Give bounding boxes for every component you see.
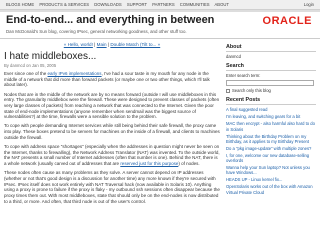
search-only-blog-checkbox[interactable] <box>226 88 230 93</box>
post-paragraph: To cope with address space "shortages" (… <box>4 144 220 167</box>
post-paragraph: Nodes that are in the middle of the netw… <box>4 91 220 120</box>
about-heading: About <box>226 44 242 50</box>
breadcrumb: « Hello, world! | Main | Double Match (T… <box>4 42 220 47</box>
paragraph-text: Ever since one of the <box>4 71 48 76</box>
search-label: Enter search term: <box>226 73 261 79</box>
sidebar-divider <box>226 104 316 106</box>
nav-products-services[interactable]: PRODUCTS & SERVICES <box>39 2 89 7</box>
recent-post-link[interactable]: I'm leaving, and switching gears for a b… <box>226 114 316 119</box>
recent-post-link[interactable]: Wanna help your Sun laptop? Not unless y… <box>226 165 316 176</box>
ipv6-implementations-link[interactable]: early IPv6 implementations <box>48 71 102 76</box>
recent-post-link[interactable]: A final suggested read <box>226 107 316 112</box>
sidebar-divider <box>226 70 316 72</box>
post-paragraph: Ever since one of the early IPv6 impleme… <box>4 71 220 88</box>
recent-post-link[interactable]: Thinking about the Birthday Problem on m… <box>226 134 316 145</box>
sidebar-divider <box>226 51 316 52</box>
about-text: danmcd <box>226 54 241 59</box>
search-option-label: Search only this blog <box>232 88 271 94</box>
paragraph-text: ) of nodes. <box>178 161 200 167</box>
post-paragraph: To cope with people demanding Internet s… <box>4 123 220 140</box>
post-title[interactable]: I hate middleboxes... <box>4 51 220 62</box>
blog-title[interactable]: End-to-end... and everything in between <box>6 14 214 26</box>
nav-support[interactable]: SUPPORT <box>127 2 147 7</box>
main-link[interactable]: Main <box>97 42 107 47</box>
prev-post-link[interactable]: « Hello, world! <box>64 42 93 47</box>
post-paragraph: These nodes often cause as many problems… <box>4 170 220 204</box>
recent-post-link[interactable]: HEADS UP - Linux kernel fix... <box>226 177 316 182</box>
nav-blogs-home[interactable]: BLOGS HOME <box>6 2 34 7</box>
post-byline: By danmcd on Jan 05, 2005 <box>4 63 57 68</box>
header-rule <box>0 10 320 12</box>
main-content: « Hello, world! | Main | Double Match (T… <box>4 40 220 240</box>
search-input[interactable] <box>226 80 314 87</box>
recent-posts-list: A final suggested read I'm leaving, and … <box>226 107 316 195</box>
recent-post-link[interactable]: Do a "pkg image-update" with multiple zo… <box>226 146 316 151</box>
next-post-link[interactable]: Double Match (Tilt to... » <box>110 42 160 47</box>
login-link[interactable]: Login <box>304 0 314 9</box>
reserved-addresses-link[interactable]: reserved just for this purpose <box>120 161 178 166</box>
recent-posts-heading: Recent Posts <box>226 97 261 104</box>
search-heading: Search <box>226 63 244 70</box>
search-option[interactable]: Search only this blog <box>226 88 316 93</box>
nav-about[interactable]: ABOUT <box>215 2 229 7</box>
recent-post-link[interactable]: I, for one, welcome our new database-sel… <box>226 153 316 164</box>
blog-subtitle: Dan McDonald's Sun blog, covering IPsec,… <box>6 29 187 34</box>
header-divider <box>0 38 320 39</box>
oracle-logo[interactable]: ORACLE <box>263 15 312 27</box>
nav-downloads[interactable]: DOWNLOADS <box>94 2 121 7</box>
nav-communities[interactable]: COMMUNITIES <box>180 2 210 7</box>
recent-post-link[interactable]: MAC then encrypt - also harmful also har… <box>226 121 316 132</box>
top-nav: BLOGS HOME PRODUCTS & SERVICES DOWNLOADS… <box>6 0 233 9</box>
top-nav-bar: BLOGS HOME PRODUCTS & SERVICES DOWNLOADS… <box>0 0 320 10</box>
nav-partners[interactable]: PARTNERS <box>152 2 174 7</box>
recent-post-link[interactable]: OpenSolaris works out of the box with Am… <box>226 184 316 195</box>
sidebar: About danmcd Search Enter search term: S… <box>226 40 316 240</box>
